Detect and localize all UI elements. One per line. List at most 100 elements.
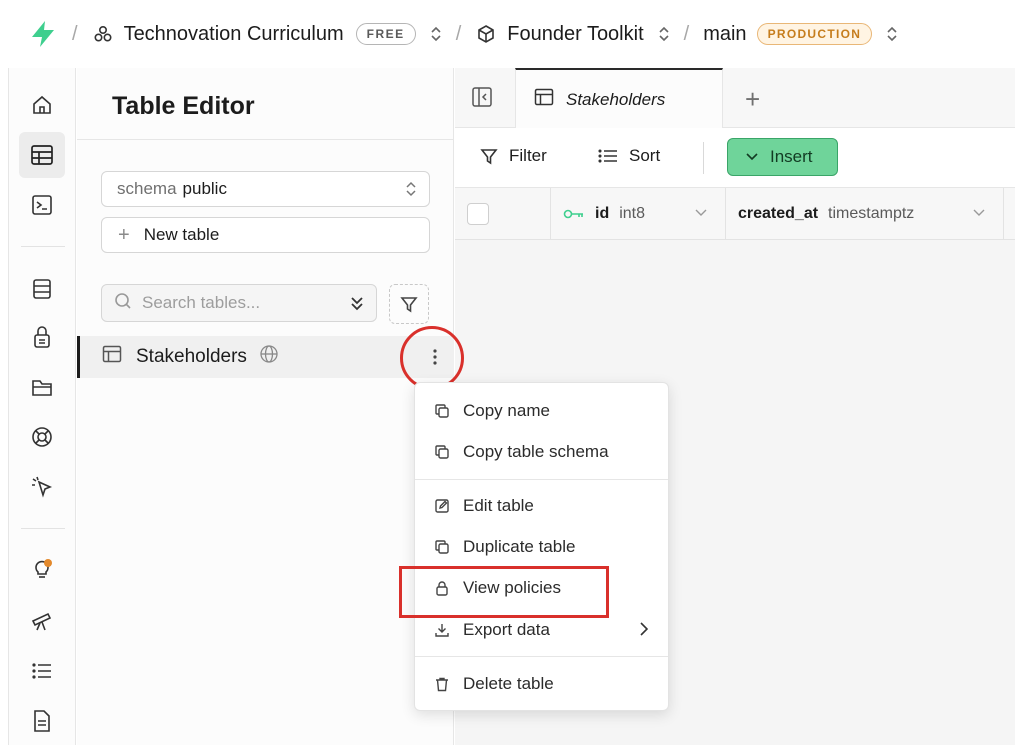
search-icon — [114, 292, 132, 315]
globe-icon — [259, 344, 279, 370]
edit-icon — [433, 497, 451, 515]
copy-icon — [433, 402, 451, 420]
insert-label: Insert — [770, 147, 813, 166]
copy-icon — [433, 443, 451, 461]
menu-item-delete-table[interactable]: Delete table — [415, 664, 670, 704]
realtime-icon[interactable] — [19, 414, 65, 460]
annotation-box — [399, 566, 609, 618]
trash-icon — [433, 675, 451, 693]
supabase-bolt-icon[interactable] — [28, 19, 58, 49]
chevron-down-icon[interactable] — [973, 206, 985, 220]
menu-item-copy-table-schema[interactable]: Copy table schema — [415, 432, 670, 472]
breadcrumb-separator: / — [72, 22, 78, 45]
filter-button[interactable]: Filter — [479, 146, 547, 166]
edge-functions-icon[interactable] — [19, 464, 65, 510]
database-icon[interactable] — [19, 266, 65, 312]
grid-toolbar: Filter Sort Insert — [455, 128, 1015, 188]
column-name: created_at — [738, 205, 819, 222]
box-icon — [475, 23, 497, 45]
org-breadcrumb[interactable]: Technovation Curriculum FREE — [92, 23, 442, 46]
sql-editor-icon[interactable] — [19, 182, 65, 228]
top-bar: / Technovation Curriculum FREE / Founder… — [0, 0, 1024, 68]
org-switcher-chevron-icon[interactable] — [430, 26, 442, 42]
filter-icon — [400, 297, 418, 313]
tab-stakeholders[interactable]: Stakeholders — [515, 68, 723, 129]
insert-button[interactable]: Insert — [727, 138, 838, 176]
menu-item-label: Copy name — [463, 401, 550, 420]
download-icon — [433, 621, 451, 639]
search-tables-input[interactable]: Search tables... — [101, 284, 377, 322]
schema-selector[interactable]: schema public — [101, 171, 430, 207]
schema-value: public — [182, 179, 227, 198]
grid-header: id int8 created_at timestamptz — [455, 188, 1015, 240]
rail-divider — [21, 246, 65, 247]
project-switcher-chevron-icon[interactable] — [658, 26, 670, 42]
branch-name: main — [703, 22, 747, 45]
menu-item-label: Export data — [463, 620, 550, 639]
menu-divider — [415, 656, 668, 657]
filter-icon — [479, 146, 499, 166]
home-icon[interactable] — [19, 82, 65, 128]
table-editor-icon[interactable] — [19, 132, 65, 178]
storage-icon[interactable] — [19, 364, 65, 410]
breadcrumb-separator: / — [455, 22, 462, 45]
chevron-down-icon[interactable] — [695, 206, 707, 220]
schema-label: schema — [117, 179, 177, 198]
filter-label: Filter — [509, 146, 547, 165]
menu-item-label: Edit table — [463, 496, 534, 515]
table-editor-panel: Table Editor schema public + New table S… — [77, 68, 454, 745]
rail-divider — [21, 528, 65, 529]
menu-item-label: Delete table — [463, 674, 554, 693]
docs-icon[interactable] — [19, 698, 65, 744]
panel-title: Table Editor — [112, 92, 255, 120]
menu-item-edit-table[interactable]: Edit table — [415, 486, 670, 526]
select-all-cell — [455, 188, 551, 240]
toolbar-divider — [703, 142, 704, 174]
project-breadcrumb[interactable]: Founder Toolkit — [475, 23, 669, 46]
tab-bar: Stakeholders + — [455, 68, 1015, 129]
sort-button[interactable]: Sort — [597, 146, 660, 166]
primary-key-icon — [563, 208, 585, 220]
new-table-button[interactable]: + New table — [101, 217, 430, 253]
table-name: Stakeholders — [136, 346, 247, 367]
reports-icon[interactable] — [19, 598, 65, 644]
auth-icon[interactable] — [19, 314, 65, 360]
branch-breadcrumb[interactable]: main PRODUCTION — [703, 23, 898, 46]
breadcrumb-separator: / — [683, 22, 690, 45]
sort-icon — [597, 146, 619, 166]
chevron-down-icon — [746, 150, 758, 164]
column-type: int8 — [619, 205, 646, 222]
environment-badge: PRODUCTION — [756, 23, 873, 45]
plan-badge: FREE — [355, 23, 416, 45]
search-placeholder: Search tables... — [142, 293, 261, 312]
copy-icon — [433, 538, 451, 556]
filter-tables-button[interactable] — [389, 284, 429, 324]
logs-icon[interactable] — [19, 648, 65, 694]
menu-item-label: Duplicate table — [463, 537, 576, 556]
column-type: timestamptz — [828, 205, 915, 222]
tab-label: Stakeholders — [566, 89, 666, 109]
chevron-up-down-icon — [405, 180, 417, 198]
branch-switcher-chevron-icon[interactable] — [886, 26, 898, 42]
chevron-right-icon — [640, 620, 649, 641]
organization-icon — [92, 23, 114, 45]
column-header-created-at[interactable]: created_at timestamptz — [726, 188, 1004, 240]
select-all-checkbox[interactable] — [467, 203, 489, 225]
advisors-icon[interactable] — [19, 546, 65, 592]
chevrons-down-icon[interactable] — [348, 293, 366, 318]
table-context-menu: Copy name Copy table schema Edit table D… — [414, 382, 669, 711]
sort-label: Sort — [629, 146, 661, 165]
annotation-circle — [400, 326, 464, 390]
column-header-id[interactable]: id int8 — [551, 188, 726, 240]
new-tab-button[interactable]: + — [745, 84, 760, 115]
menu-item-label: Copy table schema — [463, 442, 609, 461]
org-name: Technovation Curriculum — [123, 22, 344, 45]
table-list-item[interactable]: Stakeholders — [77, 336, 454, 378]
menu-item-duplicate-table[interactable]: Duplicate table — [415, 527, 670, 567]
plus-icon: + — [118, 223, 130, 246]
panel-divider — [77, 139, 454, 140]
column-name: id — [595, 205, 610, 222]
collapse-sidebar-icon[interactable] — [471, 86, 493, 113]
nav-rail — [8, 68, 76, 745]
menu-item-copy-name[interactable]: Copy name — [415, 391, 670, 431]
